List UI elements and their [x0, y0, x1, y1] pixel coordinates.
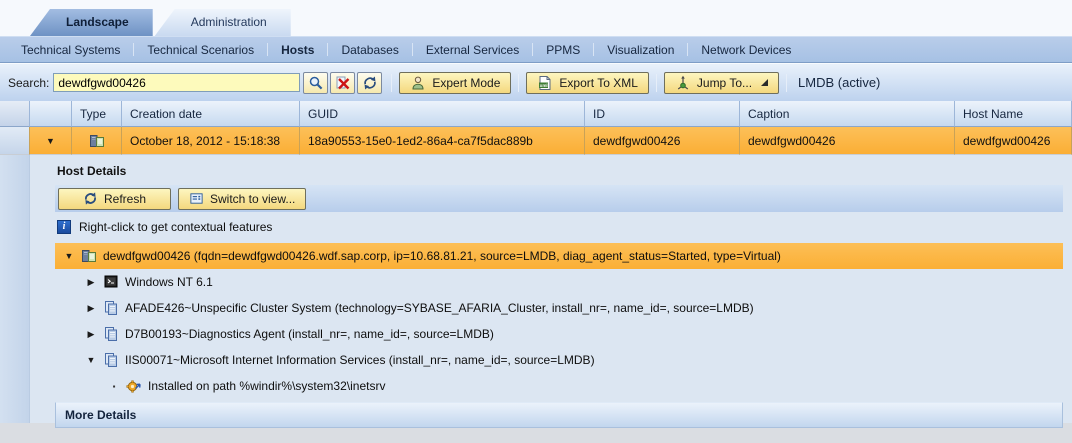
- row-caption: dewdfgwd00426: [740, 127, 955, 155]
- collapsed-toggle-icon[interactable]: ▶: [85, 277, 97, 288]
- nav-item-hosts[interactable]: Hosts: [268, 43, 327, 57]
- clear-search-button[interactable]: [330, 71, 356, 94]
- column-header-id[interactable]: ID: [585, 101, 740, 127]
- refresh-button[interactable]: Refresh: [58, 187, 171, 210]
- nav-item-visualization[interactable]: Visualization: [594, 43, 687, 57]
- search-input[interactable]: [53, 73, 301, 92]
- switch-to-view-label: Switch to view...: [210, 191, 296, 206]
- red-x-icon: [336, 76, 350, 89]
- column-header-creation-date[interactable]: Creation date: [122, 101, 300, 127]
- export-xml-label: Export To XML: [559, 75, 638, 90]
- contextual-hint-row: i Right-click to get contextual features: [55, 212, 1063, 241]
- tree-item-label: D7B00193~Diagnostics Agent (install_nr=,…: [125, 327, 494, 341]
- more-details-section-header[interactable]: More Details: [55, 402, 1063, 428]
- host-icon: [89, 134, 104, 147]
- top-tab-bar: Landscape Administration: [0, 0, 1072, 36]
- row-guid: 18a90553-15e0-1ed2-86a4-ca7f5dac889b: [300, 127, 585, 155]
- menu-triangle-icon: [761, 79, 769, 86]
- tree-item-label: Installed on path %windir%\system32\inet…: [148, 379, 386, 393]
- refresh-search-button[interactable]: [357, 71, 383, 94]
- tab-administration-label: Administration: [190, 15, 267, 29]
- host-tree: ▼ dewdfgwd00426 (fqdn=dewdfgwd00426.wdf.…: [55, 243, 1063, 399]
- nav-item-technical-scenarios[interactable]: Technical Scenarios: [134, 43, 267, 57]
- person-icon: [412, 76, 424, 89]
- expert-mode-label: Expert Mode: [432, 75, 501, 90]
- tree-item-installed-path[interactable]: ▪ Installed on path %windir%\system32\in…: [55, 373, 1063, 399]
- row-host-name: dewdfgwd00426: [955, 127, 1072, 155]
- row-id: dewdfgwd00426: [585, 127, 740, 155]
- nav-item-external-services[interactable]: External Services: [413, 43, 532, 57]
- toolbar-divider: [655, 73, 657, 92]
- details-toolbar: Refresh Switch to view...: [55, 185, 1063, 212]
- row-selector-strip: [0, 155, 30, 423]
- leaf-bullet-icon: ▪: [112, 381, 116, 391]
- nav-item-network-devices[interactable]: Network Devices: [688, 43, 804, 57]
- tree-item-iis[interactable]: ▼ IIS00071~Microsoft Internet Informatio…: [55, 347, 1063, 373]
- expanded-toggle-icon[interactable]: ▼: [63, 251, 75, 261]
- tab-landscape[interactable]: Landscape: [30, 9, 153, 36]
- column-header-selector: [0, 101, 30, 127]
- tree-item-operating-system[interactable]: ▶ Windows NT 6.1: [55, 269, 1063, 295]
- column-header-host-name[interactable]: Host Name: [955, 101, 1072, 127]
- expanded-toggle-icon[interactable]: ▼: [85, 355, 97, 365]
- host-icon: [82, 250, 96, 262]
- operating-system-icon: [104, 275, 118, 288]
- info-icon: i: [57, 220, 71, 234]
- more-details-label: More Details: [65, 408, 137, 422]
- technical-system-icon: [105, 327, 117, 341]
- nav-item-technical-systems[interactable]: Technical Systems: [8, 43, 133, 57]
- tree-item-label: AFADE426~Unspecific Cluster System (tech…: [125, 301, 754, 315]
- column-header-expand: [30, 101, 72, 127]
- search-label: Search:: [8, 75, 50, 90]
- refresh-icon: [85, 192, 96, 205]
- tree-item-label: IIS00071~Microsoft Internet Information …: [125, 353, 595, 367]
- contextual-hint-text: Right-click to get contextual features: [79, 220, 273, 234]
- svg-text:xml: xml: [540, 83, 548, 88]
- tree-item-cluster-system[interactable]: ▶ AFADE426~Unspecific Cluster System (te…: [55, 295, 1063, 321]
- column-header-guid[interactable]: GUID: [300, 101, 585, 127]
- column-header-caption[interactable]: Caption: [740, 101, 955, 127]
- xml-document-icon: xml: [539, 75, 551, 90]
- toolbar-divider: [518, 73, 520, 92]
- toolbar-divider: [391, 73, 393, 92]
- toolbar-divider: [786, 73, 788, 92]
- technical-system-icon: [105, 301, 117, 315]
- column-header-type[interactable]: Type: [72, 101, 122, 127]
- lmdb-status-text: LMDB (active): [798, 75, 881, 90]
- row-selector-cell[interactable]: [0, 127, 30, 155]
- row-creation-date: October 18, 2012 - 15:18:38: [122, 127, 300, 155]
- refresh-label: Refresh: [103, 191, 147, 206]
- row-expanded-icon[interactable]: ▼: [46, 136, 55, 146]
- expert-mode-button[interactable]: Expert Mode: [399, 71, 512, 94]
- row-expander-cell[interactable]: ▼: [30, 127, 72, 155]
- nav-item-databases[interactable]: Databases: [328, 43, 411, 57]
- jump-to-label: Jump To...: [696, 75, 753, 90]
- nav-item-ppms[interactable]: PPMS: [533, 43, 593, 57]
- tree-item-label: dewdfgwd00426 (fqdn=dewdfgwd00426.wdf.sa…: [103, 249, 781, 263]
- tab-administration[interactable]: Administration: [154, 9, 291, 36]
- tree-item-host-root[interactable]: ▼ dewdfgwd00426 (fqdn=dewdfgwd00426.wdf.…: [55, 243, 1063, 269]
- host-details-panel: Host Details Refresh Switch to view... i…: [0, 155, 1072, 442]
- collapsed-toggle-icon[interactable]: ▶: [85, 329, 97, 340]
- export-xml-button[interactable]: xml Export To XML: [526, 71, 649, 94]
- jump-to-button[interactable]: Jump To...: [663, 71, 780, 94]
- technical-system-icon: [105, 353, 117, 367]
- landscape-navbar: Technical Systems Technical Scenarios Ho…: [0, 36, 1072, 63]
- collapsed-toggle-icon[interactable]: ▶: [85, 303, 97, 314]
- tab-landscape-label: Landscape: [66, 15, 129, 29]
- search-button[interactable]: [303, 71, 329, 94]
- host-details-title: Host Details: [57, 164, 127, 178]
- switch-view-icon: [190, 193, 203, 204]
- switch-to-view-button[interactable]: Switch to view...: [178, 187, 307, 210]
- jump-to-icon: [677, 75, 689, 89]
- tree-item-diagnostics-agent[interactable]: ▶ D7B00193~Diagnostics Agent (install_nr…: [55, 321, 1063, 347]
- magnifier-icon: [309, 76, 323, 89]
- row-type-cell: [72, 127, 122, 155]
- hosts-result-table: Type Creation date GUID ID Caption Host …: [0, 101, 1072, 155]
- installed-path-icon: [126, 380, 141, 393]
- search-toolbar: Search: Expert Mode: [0, 63, 1072, 101]
- tree-item-label: Windows NT 6.1: [125, 275, 213, 289]
- refresh-icon: [364, 76, 376, 89]
